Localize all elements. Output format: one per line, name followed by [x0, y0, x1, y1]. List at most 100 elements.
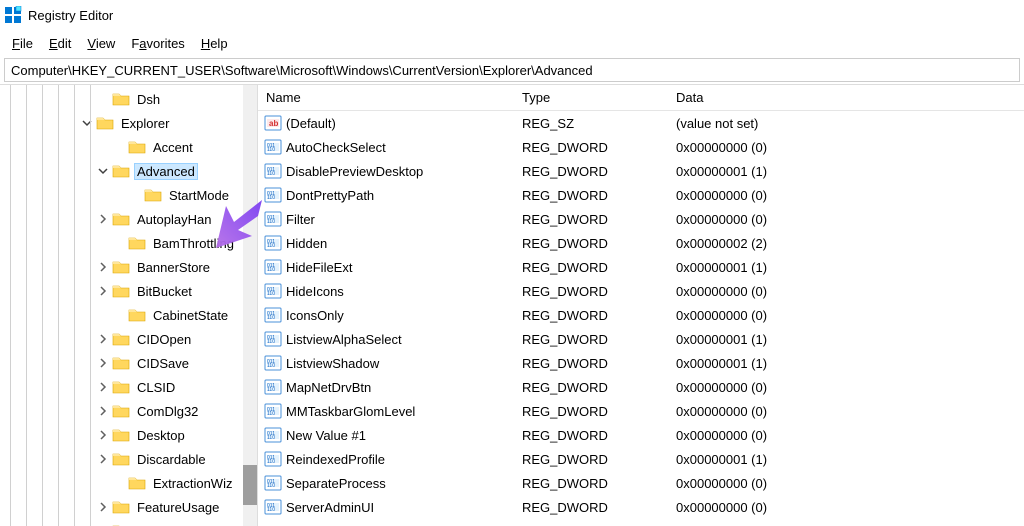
value-data: 0x00000000 (0) — [668, 476, 1024, 491]
col-data[interactable]: Data — [668, 86, 1024, 109]
value-row[interactable]: MapNetDrvBtnREG_DWORD0x00000000 (0) — [258, 375, 1024, 399]
tree-label-selected: Advanced — [134, 163, 198, 180]
value-type: REG_DWORD — [514, 332, 668, 347]
value-row[interactable]: DisablePreviewDesktopREG_DWORD0x00000001… — [258, 159, 1024, 183]
folder-icon — [112, 451, 130, 467]
value-name: Hidden — [286, 236, 327, 251]
chevron-down-icon[interactable] — [80, 116, 94, 130]
value-type: REG_DWORD — [514, 212, 668, 227]
menu-help[interactable]: Help — [193, 34, 236, 53]
tree-item-cabinetstate[interactable]: CabinetState — [0, 303, 257, 327]
tree-item-bannerstore[interactable]: BannerStore — [0, 255, 257, 279]
value-row[interactable]: ServerAdminUIREG_DWORD0x00000000 (0) — [258, 495, 1024, 519]
value-name: DisablePreviewDesktop — [286, 164, 423, 179]
chevron-right-icon[interactable] — [96, 452, 110, 466]
chevron-right-icon[interactable] — [96, 284, 110, 298]
tree-item-accent[interactable]: Accent — [0, 135, 257, 159]
folder-icon — [112, 403, 130, 419]
value-row[interactable]: ReindexedProfileREG_DWORD0x00000001 (1) — [258, 447, 1024, 471]
chevron-right-icon[interactable] — [96, 404, 110, 418]
value-type: REG_DWORD — [514, 308, 668, 323]
tree-item-featureusage[interactable]: FeatureUsage — [0, 495, 257, 519]
value-data: 0x00000001 (1) — [668, 452, 1024, 467]
value-row[interactable]: IconsOnlyREG_DWORD0x00000000 (0) — [258, 303, 1024, 327]
value-type: REG_DWORD — [514, 188, 668, 203]
tree-item-bitbucket[interactable]: BitBucket — [0, 279, 257, 303]
tree-item-comdlg32[interactable]: ComDlg32 — [0, 399, 257, 423]
value-row[interactable]: FilterREG_DWORD0x00000000 (0) — [258, 207, 1024, 231]
value-data: 0x00000000 (0) — [668, 140, 1024, 155]
value-type: REG_DWORD — [514, 452, 668, 467]
folder-icon — [96, 115, 114, 131]
dword-value-icon — [264, 498, 282, 516]
chevron-right-icon[interactable] — [96, 380, 110, 394]
col-type[interactable]: Type — [514, 86, 668, 109]
value-type: REG_DWORD — [514, 380, 668, 395]
dword-value-icon — [264, 330, 282, 348]
value-type: REG_DWORD — [514, 356, 668, 371]
col-name[interactable]: Name — [258, 86, 514, 109]
tree-item-fileexts[interactable]: FileExts — [0, 519, 257, 526]
value-row[interactable]: HiddenREG_DWORD0x00000002 (2) — [258, 231, 1024, 255]
value-data: 0x00000000 (0) — [668, 380, 1024, 395]
value-name: New Value #1 — [286, 428, 366, 443]
value-type: REG_DWORD — [514, 404, 668, 419]
menu-file[interactable]: File — [4, 34, 41, 53]
tree-item-cidsave[interactable]: CIDSave — [0, 351, 257, 375]
value-type: REG_DWORD — [514, 260, 668, 275]
value-type: REG_DWORD — [514, 140, 668, 155]
value-row[interactable]: MMTaskbarGlomLevelREG_DWORD0x00000000 (0… — [258, 399, 1024, 423]
scrollbar[interactable] — [243, 85, 257, 526]
chevron-right-icon[interactable] — [96, 332, 110, 346]
tree-item-dsh[interactable]: Dsh — [0, 87, 257, 111]
value-data: 0x00000000 (0) — [668, 308, 1024, 323]
menu-edit[interactable]: Edit — [41, 34, 79, 53]
dword-value-icon — [264, 426, 282, 444]
value-data: 0x00000002 (2) — [668, 236, 1024, 251]
chevron-right-icon[interactable] — [96, 500, 110, 514]
value-row[interactable]: ListviewShadowREG_DWORD0x00000001 (1) — [258, 351, 1024, 375]
chevron-right-icon[interactable] — [96, 260, 110, 274]
value-row[interactable]: (Default)REG_SZ(value not set) — [258, 111, 1024, 135]
value-row[interactable]: DontPrettyPathREG_DWORD0x00000000 (0) — [258, 183, 1024, 207]
tree-item-explorer[interactable]: Explorer — [0, 111, 257, 135]
tree-item-extractionwiz[interactable]: ExtractionWiz — [0, 471, 257, 495]
value-data: 0x00000001 (1) — [668, 332, 1024, 347]
chevron-down-icon[interactable] — [96, 164, 110, 178]
value-row[interactable]: HideIconsREG_DWORD0x00000000 (0) — [258, 279, 1024, 303]
value-data: 0x00000000 (0) — [668, 404, 1024, 419]
scrollbar-thumb[interactable] — [243, 465, 257, 505]
tree-item-bamthrottling[interactable]: BamThrottling — [0, 231, 257, 255]
folder-icon — [112, 259, 130, 275]
menu-view[interactable]: View — [79, 34, 123, 53]
folder-icon — [112, 283, 130, 299]
address-text: Computer\HKEY_CURRENT_USER\Software\Micr… — [11, 63, 593, 78]
tree-item-clsid[interactable]: CLSID — [0, 375, 257, 399]
address-bar[interactable]: Computer\HKEY_CURRENT_USER\Software\Micr… — [4, 58, 1020, 82]
tree-item-discardable[interactable]: Discardable — [0, 447, 257, 471]
value-row[interactable]: AutoCheckSelectREG_DWORD0x00000000 (0) — [258, 135, 1024, 159]
value-data: 0x00000000 (0) — [668, 500, 1024, 515]
value-row[interactable]: SeparateProcessREG_DWORD0x00000000 (0) — [258, 471, 1024, 495]
chevron-right-icon[interactable] — [96, 356, 110, 370]
value-name: ListviewAlphaSelect — [286, 332, 402, 347]
tree-item-autoplay[interactable]: AutoplayHan — [0, 207, 257, 231]
menu-favorites[interactable]: Favorites — [123, 34, 192, 53]
value-row[interactable]: HideFileExtREG_DWORD0x00000001 (1) — [258, 255, 1024, 279]
chevron-right-icon[interactable] — [96, 212, 110, 226]
dword-value-icon — [264, 306, 282, 324]
tree-item-cidopen[interactable]: CIDOpen — [0, 327, 257, 351]
values-pane[interactable]: Name Type Data (Default)REG_SZ(value not… — [258, 85, 1024, 526]
tree-item-startmode[interactable]: StartMode — [0, 183, 257, 207]
column-headers: Name Type Data — [258, 85, 1024, 111]
chevron-right-icon[interactable] — [96, 428, 110, 442]
tree-pane[interactable]: Dsh Explorer Accent Advanced — [0, 85, 258, 526]
value-row[interactable]: ListviewAlphaSelect REG_DWORD0x00000001 (… — [258, 327, 1024, 351]
dword-value-icon — [264, 138, 282, 156]
tree-item-desktop[interactable]: Desktop — [0, 423, 257, 447]
value-row[interactable]: New Value #1REG_DWORD0x00000000 (0) — [258, 423, 1024, 447]
value-name: HideFileExt — [286, 260, 352, 275]
tree-item-advanced[interactable]: Advanced — [0, 159, 257, 183]
dword-value-icon — [264, 210, 282, 228]
dword-value-icon — [264, 354, 282, 372]
